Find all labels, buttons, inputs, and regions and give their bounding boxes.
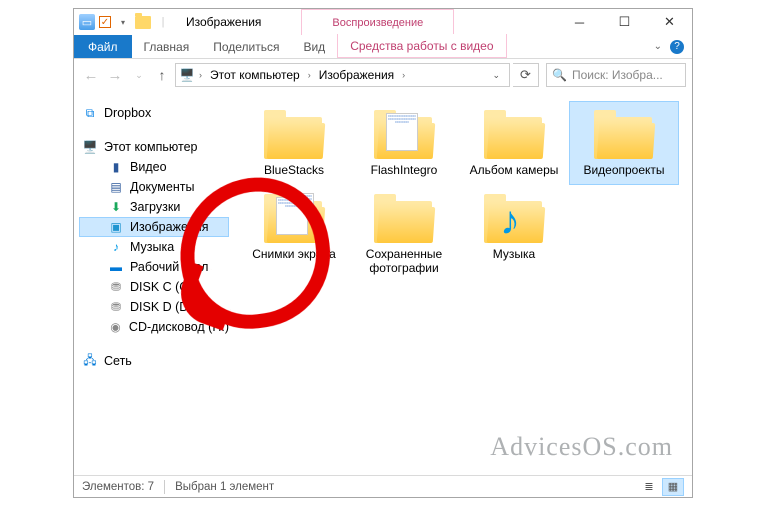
details-view-button[interactable]: ≣ <box>638 478 660 496</box>
explorer-window: ▭ ✓ ▾ | Изображения Воспроизведение ─ ☐ … <box>73 8 693 498</box>
search-input[interactable]: 🔍 Поиск: Изобра... <box>546 63 686 87</box>
folder-label: Сохраненные фотографии <box>353 247 455 275</box>
folder-item[interactable]: BlueStacks <box>239 101 349 185</box>
disk-icon: ⛃ <box>108 279 124 295</box>
nav-network[interactable]: 🖧Сеть <box>80 351 229 371</box>
folder-icon <box>372 191 436 243</box>
folder-label: Музыка <box>493 247 535 261</box>
pictures-icon: ▣ <box>108 219 124 235</box>
folder-label: Видеопроекты <box>583 163 664 177</box>
folder-item[interactable]: Снимки экрана <box>239 185 349 283</box>
nav-cd-drive[interactable]: ◉CD-дисковод (H:) <box>80 317 229 337</box>
address-bar[interactable]: 🖥️ › Этот компьютер › Изображения › ⌄ <box>175 63 510 87</box>
address-dropdown-icon[interactable]: ⌄ <box>486 70 506 81</box>
title-bar: ▭ ✓ ▾ | Изображения Воспроизведение ─ ☐ … <box>74 9 692 35</box>
pc-icon: 🖥️ <box>82 139 98 155</box>
folder-item[interactable]: Альбом камеры <box>459 101 569 185</box>
tab-view[interactable]: Вид <box>291 35 337 58</box>
chevron-right-icon[interactable]: › <box>197 70 204 80</box>
ribbon-expand-icon[interactable]: ⌄ <box>654 41 662 52</box>
nav-documents[interactable]: ▤Документы <box>80 177 229 197</box>
window-title: Изображения <box>176 9 271 35</box>
checkbox-icon[interactable]: ✓ <box>99 16 111 28</box>
cd-icon: ◉ <box>108 319 123 335</box>
tab-home[interactable]: Главная <box>132 35 202 58</box>
folder-label: FlashIntegro <box>371 163 438 177</box>
history-dropdown-icon[interactable]: ⌄ <box>128 64 150 86</box>
help-icon[interactable]: ? <box>670 40 684 54</box>
folder-item[interactable]: FlashIntegro <box>349 101 459 185</box>
icons-view-button[interactable]: ▦ <box>662 478 684 496</box>
folder-icon <box>592 107 656 159</box>
folder-icon <box>262 107 326 159</box>
ribbon-tabs: Файл Главная Поделиться Вид Средства раб… <box>74 35 692 59</box>
breadcrumb-root[interactable]: Этот компьютер <box>206 68 304 82</box>
properties-icon[interactable]: ▭ <box>79 14 95 30</box>
music-icon: ♪ <box>108 239 124 255</box>
desktop-icon: ▬ <box>108 259 124 275</box>
folder-item[interactable]: Сохраненные фотографии <box>349 185 459 283</box>
nav-downloads[interactable]: ⬇Загрузки <box>80 197 229 217</box>
status-separator <box>164 480 165 494</box>
document-icon: ▤ <box>108 179 124 195</box>
nav-this-pc[interactable]: 🖥️Этот компьютер <box>80 137 229 157</box>
chevron-right-icon[interactable]: › <box>306 70 313 80</box>
nav-desktop[interactable]: ▬Рабочий стол <box>80 257 229 277</box>
close-button[interactable]: ✕ <box>647 9 692 35</box>
folder-icon <box>135 14 151 30</box>
status-selected: Выбран 1 элемент <box>175 481 274 493</box>
disk-icon: ⛃ <box>108 299 124 315</box>
nav-dropbox[interactable]: ⧉Dropbox <box>80 103 229 123</box>
folder-icon: ♪ <box>482 191 546 243</box>
search-icon: 🔍 <box>552 68 567 82</box>
pc-icon: 🖥️ <box>179 67 195 83</box>
folder-item[interactable]: ♪ Музыка <box>459 185 569 283</box>
folder-label: Снимки экрана <box>252 247 336 261</box>
quick-access-toolbar: ▭ ✓ ▾ | <box>74 9 176 35</box>
video-icon: ▮ <box>108 159 124 175</box>
refresh-button[interactable]: ⟳ <box>513 63 539 87</box>
nav-music[interactable]: ♪Музыка <box>80 237 229 257</box>
folder-icon <box>482 107 546 159</box>
chevron-right-icon[interactable]: › <box>400 70 407 80</box>
folder-icon <box>372 107 436 159</box>
navigation-bar: ← → ⌄ ↑ 🖥️ › Этот компьютер › Изображени… <box>74 59 692 91</box>
qat-dropdown-icon[interactable]: ▾ <box>115 14 131 30</box>
up-button[interactable]: ↑ <box>152 65 172 85</box>
content-pane[interactable]: BlueStacks FlashIntegro Альбом камеры Видео… <box>229 91 692 475</box>
nav-videos[interactable]: ▮Видео <box>80 157 229 177</box>
folder-icon <box>262 191 326 243</box>
folder-label: BlueStacks <box>264 163 324 177</box>
contextual-tab-header[interactable]: Воспроизведение <box>301 9 454 35</box>
status-bar: Элементов: 7 Выбран 1 элемент ≣ ▦ <box>74 475 692 497</box>
nav-pictures[interactable]: ▣Изображения <box>79 217 229 237</box>
dropbox-icon: ⧉ <box>82 105 98 121</box>
minimize-button[interactable]: ─ <box>557 9 602 35</box>
folder-item[interactable]: Видеопроекты <box>569 101 679 185</box>
window-controls: ─ ☐ ✕ <box>557 9 692 35</box>
music-note-icon: ♪ <box>500 199 520 244</box>
network-icon: 🖧 <box>82 353 98 369</box>
tab-share[interactable]: Поделиться <box>201 35 291 58</box>
tab-file[interactable]: Файл <box>74 35 132 58</box>
nav-disk-d[interactable]: ⛃DISK D (D:) <box>80 297 229 317</box>
search-placeholder: Поиск: Изобра... <box>572 68 663 82</box>
forward-button[interactable]: → <box>104 64 126 86</box>
folder-label: Альбом камеры <box>470 163 559 177</box>
status-count: Элементов: 7 <box>82 481 154 493</box>
nav-disk-c[interactable]: ⛃DISK C (C:) <box>80 277 229 297</box>
back-button[interactable]: ← <box>80 64 102 86</box>
navigation-pane: ⧉Dropbox 🖥️Этот компьютер ▮Видео ▤Докуме… <box>74 91 229 475</box>
maximize-button[interactable]: ☐ <box>602 9 647 35</box>
breadcrumb-current[interactable]: Изображения <box>315 68 398 82</box>
download-icon: ⬇ <box>108 199 124 215</box>
tab-video-tools[interactable]: Средства работы с видео <box>337 34 506 58</box>
title-separator: | <box>155 14 171 30</box>
